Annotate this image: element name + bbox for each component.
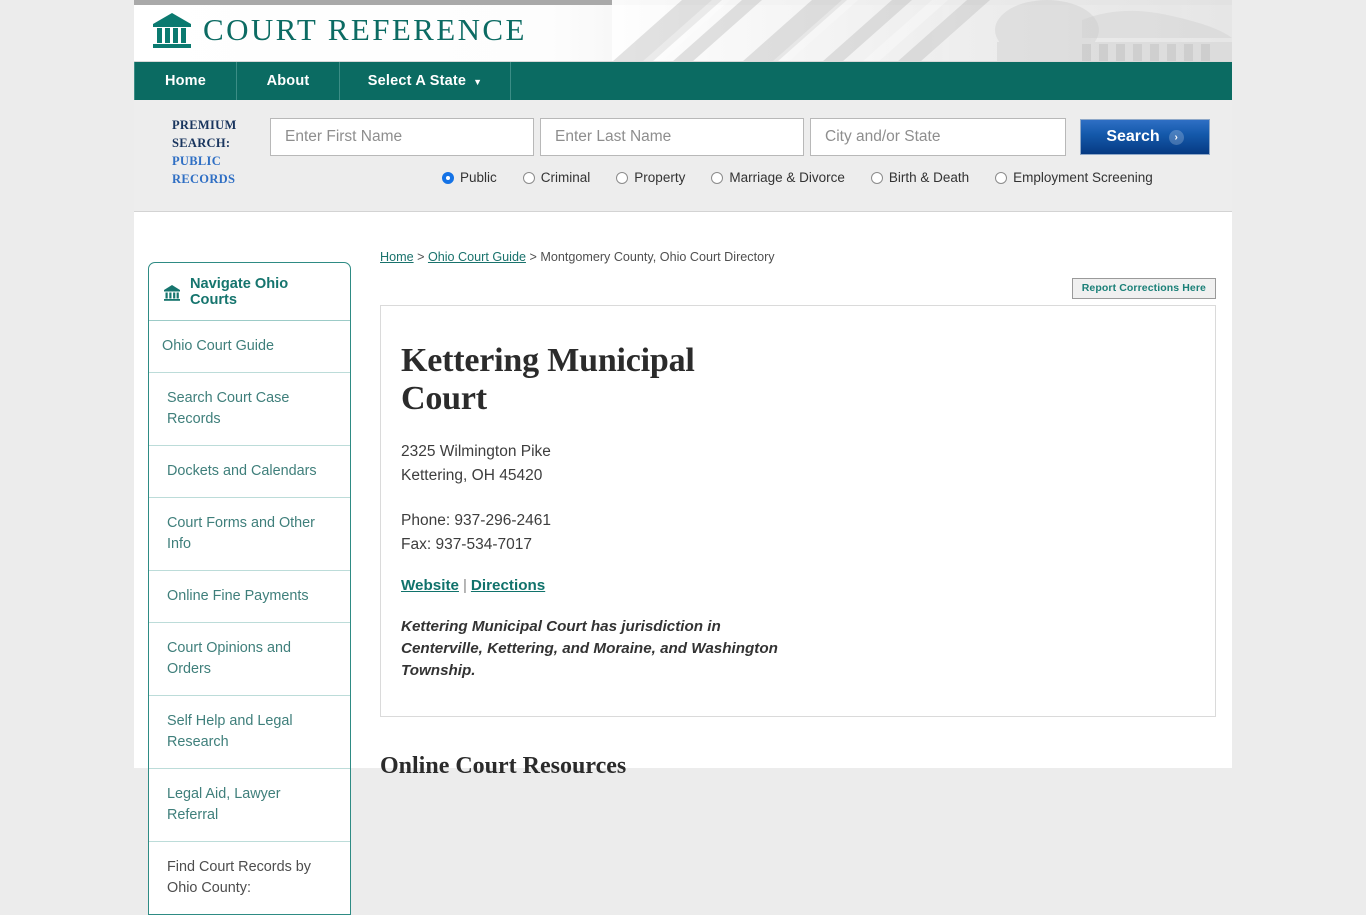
nav-item-home-label: Home xyxy=(164,73,207,89)
website-link[interactable]: Website xyxy=(401,577,459,594)
breadcrumb-current: Montgomery County, Ohio Court Directory xyxy=(540,250,775,264)
radio-employment-screening[interactable]: Employment Screening xyxy=(995,170,1153,185)
premium-search-label: PREMIUM SEARCH: PUBLIC RECORDS xyxy=(172,116,262,188)
nav-item-select-a-state[interactable]: Select A State ▼ xyxy=(340,62,511,100)
breadcrumb-separator-1: > xyxy=(413,250,428,264)
sidebar-item-ohio-court-guide[interactable]: Ohio Court Guide xyxy=(149,321,350,373)
site-banner: COURT REFERENCE xyxy=(134,0,1232,62)
sidebar-item-court-forms-and-other-info[interactable]: Court Forms and Other Info xyxy=(149,498,350,571)
court-address: 2325 Wilmington Pike Kettering, OH 45420 xyxy=(401,440,1183,488)
court-address-line2: Kettering, OH 45420 xyxy=(401,467,543,484)
sidebar-item-dockets-and-calendars[interactable]: Dockets and Calendars xyxy=(149,446,350,498)
breadcrumb-home-link[interactable]: Home xyxy=(380,250,414,264)
radio-public-indicator[interactable] xyxy=(442,171,454,184)
sidebar-item-find-court-records-by-county: Find Court Records by Ohio County: xyxy=(167,859,311,896)
site-logo-text: COURT REFERENCE xyxy=(203,12,527,47)
sidebar-item-online-fine-payments[interactable]: Online Fine Payments xyxy=(149,571,350,623)
link-separator: | xyxy=(462,577,467,594)
courthouse-icon xyxy=(164,284,180,301)
breadcrumb: Home > Ohio Court Guide > Montgomery Cou… xyxy=(380,250,775,264)
sidebar-header-label: Navigate Ohio Courts xyxy=(190,276,289,308)
court-address-line1: 2325 Wilmington Pike xyxy=(401,443,551,460)
radio-property[interactable]: Property xyxy=(616,170,685,185)
radio-property-label: Property xyxy=(634,170,686,185)
courthouse-icon xyxy=(153,13,191,48)
sidebar-header: Navigate Ohio Courts xyxy=(149,263,350,321)
nav-item-home[interactable]: Home xyxy=(134,62,237,100)
radio-employment-screening-label: Employment Screening xyxy=(1013,170,1153,185)
radio-criminal[interactable]: Criminal xyxy=(522,170,591,185)
sidebar-item-self-help-and-legal-research[interactable]: Self Help and Legal Research xyxy=(149,696,350,769)
breadcrumb-separator-2: > xyxy=(525,250,541,264)
nav-item-about-label: About xyxy=(266,73,310,89)
radio-birth-death[interactable]: Birth & Death xyxy=(870,170,970,185)
court-phone: Phone: 937-296-2461 xyxy=(401,512,551,529)
search-fields-row: Search › xyxy=(270,118,1210,156)
court-fax: Fax: 937-534-7017 xyxy=(401,536,532,553)
radio-public[interactable]: Public xyxy=(442,170,497,185)
radio-marriage-divorce[interactable]: Marriage & Divorce xyxy=(711,170,845,185)
radio-criminal-label: Criminal xyxy=(540,170,591,185)
radio-marriage-divorce-indicator[interactable] xyxy=(711,171,724,184)
radio-property-indicator[interactable] xyxy=(616,171,629,184)
banner-architecture-image xyxy=(612,0,1232,61)
radio-birth-death-indicator[interactable] xyxy=(870,171,883,184)
main-navigation: Home About Select A State ▼ xyxy=(134,62,1232,100)
radio-marriage-divorce-label: Marriage & Divorce xyxy=(729,170,845,185)
court-contact: Phone: 937-296-2461 Fax: 937-534-7017 xyxy=(401,509,1183,557)
page-title: Kettering Municipal Court xyxy=(401,342,695,417)
search-button-label: Search xyxy=(1106,128,1160,145)
court-detail-card: Kettering Municipal Court 2325 Wilmingto… xyxy=(380,305,1216,717)
page-container: COURT REFERENCE Home About Select A Stat… xyxy=(134,0,1232,915)
directions-link[interactable]: Directions xyxy=(471,577,545,594)
chevron-right-icon: › xyxy=(1168,129,1184,145)
premium-label-line2: SEARCH: xyxy=(172,136,231,150)
nav-item-select-a-state-label: Select A State xyxy=(367,73,467,89)
radio-public-label: Public xyxy=(460,170,497,185)
search-category-radios: Public Criminal Property Marriage & Divo… xyxy=(442,170,1179,185)
radio-employment-screening-indicator[interactable] xyxy=(995,171,1008,184)
report-corrections-button[interactable]: Report Corrections Here xyxy=(1071,278,1216,299)
radio-criminal-indicator[interactable] xyxy=(522,171,535,184)
premium-label-line3: PUBLIC xyxy=(172,154,222,168)
premium-label-line4: RECORDS xyxy=(172,172,236,186)
site-logo[interactable]: COURT REFERENCE xyxy=(152,11,527,49)
premium-search-bar: PREMIUM SEARCH: PUBLIC RECORDS Search › … xyxy=(134,100,1232,212)
premium-label-line1: PREMIUM xyxy=(172,118,237,132)
search-button[interactable]: Search › xyxy=(1080,119,1210,155)
sidebar-item-court-opinions-and-orders[interactable]: Court Opinions and Orders xyxy=(149,623,350,696)
sidebar-item-legal-aid-lawyer-referral[interactable]: Legal Aid, Lawyer Referral xyxy=(149,769,350,842)
first-name-input[interactable] xyxy=(270,118,534,156)
court-links: Website | Directions xyxy=(401,577,1183,594)
sidebar-navigate-ohio-courts: Navigate Ohio Courts Ohio Court Guide Se… xyxy=(148,262,351,915)
online-court-resources-heading: Online Court Resources xyxy=(380,753,627,779)
last-name-input[interactable] xyxy=(540,118,804,156)
radio-birth-death-label: Birth & Death xyxy=(888,170,970,185)
sidebar-item-search-court-case-records[interactable]: Search Court Case Records xyxy=(149,373,350,446)
breadcrumb-ohio-court-guide-link[interactable]: Ohio Court Guide xyxy=(428,250,526,264)
nav-item-about[interactable]: About xyxy=(237,62,340,100)
court-jurisdiction-note: Kettering Municipal Court has jurisdicti… xyxy=(401,618,778,679)
city-state-input[interactable] xyxy=(810,118,1066,156)
chevron-down-icon: ▼ xyxy=(473,77,483,87)
